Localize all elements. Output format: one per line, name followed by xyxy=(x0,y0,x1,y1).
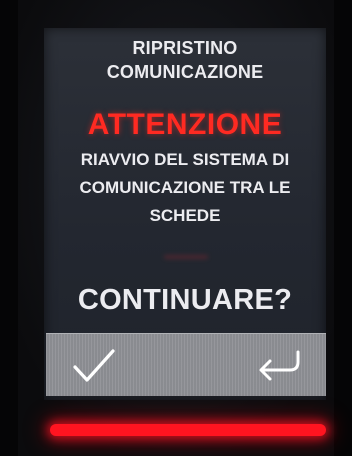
confirm-question: CONTINUARE? xyxy=(77,284,293,316)
device-bezel-right xyxy=(334,0,352,456)
dialog-message-line-3: SCHEDE xyxy=(149,206,221,225)
divider xyxy=(164,255,208,259)
status-led-bar xyxy=(50,424,326,436)
warning-label: ATTENZIONE xyxy=(87,108,283,141)
display-screen: RIPRISTINO COMUNICAZIONE ATTENZIONE RIAV… xyxy=(44,28,326,400)
dialog-message: RIAVVIO DEL SISTEMA DI COMUNICAZIONE TRA… xyxy=(50,146,320,230)
dialog-title-line-2: COMUNICAZIONE xyxy=(106,62,264,82)
confirm-button[interactable] xyxy=(46,334,186,396)
action-bar xyxy=(46,333,326,396)
device-bezel-left xyxy=(0,0,18,456)
dialog-message-line-2: COMUNICAZIONE TRA LE xyxy=(79,178,291,197)
dialog-title-line-1: RIPRISTINO xyxy=(132,38,238,58)
back-button[interactable] xyxy=(186,334,326,396)
return-arrow-icon xyxy=(259,350,300,381)
device-panel: RIPRISTINO COMUNICAZIONE ATTENZIONE RIAV… xyxy=(0,0,352,456)
dialog-title: RIPRISTINO COMUNICAZIONE xyxy=(44,36,326,84)
dialog-message-line-1: RIAVVIO DEL SISTEMA DI xyxy=(80,150,290,169)
checkmark-icon xyxy=(73,349,115,382)
